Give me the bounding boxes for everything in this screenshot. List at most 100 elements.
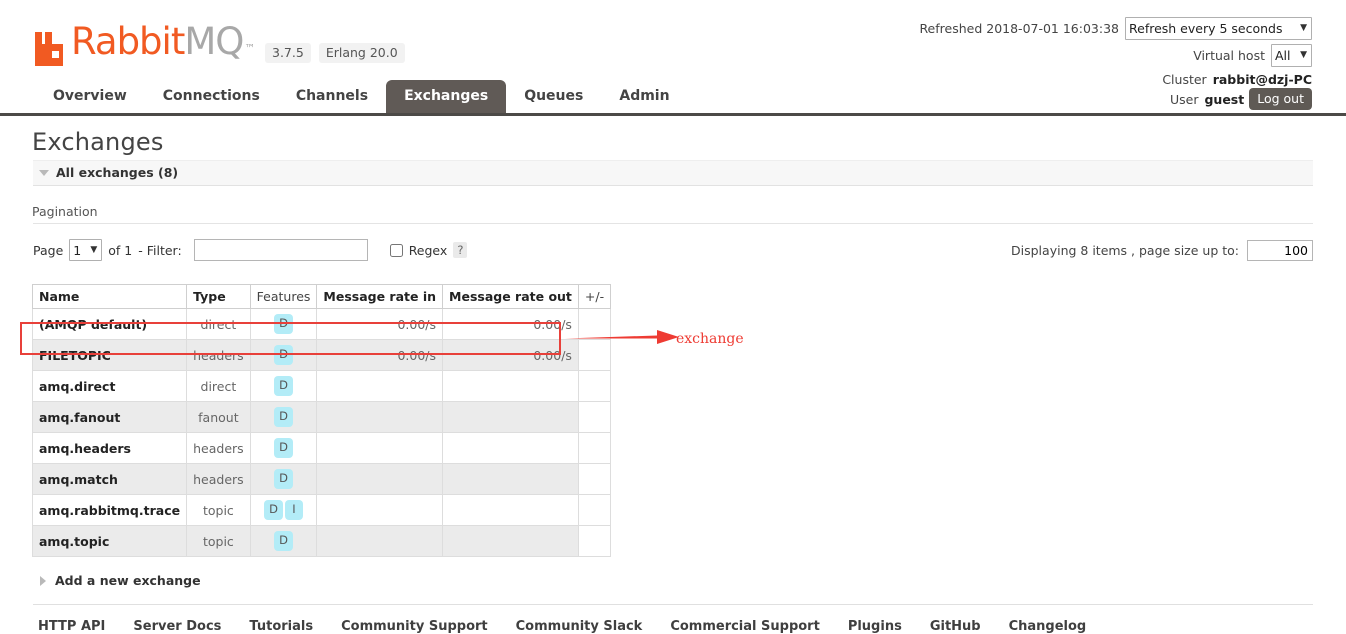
- table-row[interactable]: amq.topic topic D: [31, 525, 612, 557]
- cell-exchange-name[interactable]: amq.direct: [31, 370, 188, 402]
- user-name: guest: [1204, 91, 1245, 107]
- feature-badge-d[interactable]: D: [274, 376, 293, 396]
- version-badges: 3.7.5 Erlang 20.0: [265, 43, 405, 63]
- column-header-toggle-columns[interactable]: +/-: [577, 284, 612, 309]
- table-body: (AMQP default) direct D 0.00/s 0.00/s FILETOP…: [31, 308, 612, 557]
- table-row[interactable]: amq.rabbitmq.trace topic D I: [31, 494, 612, 526]
- page-title: Exchanges: [32, 128, 164, 156]
- feature-badge-d[interactable]: D: [274, 469, 293, 489]
- footer-link-github[interactable]: GitHub: [930, 619, 981, 634]
- cell-exchange-name[interactable]: amq.topic: [31, 525, 188, 557]
- feature-badge-i[interactable]: I: [284, 500, 303, 520]
- footer-link-commercial-support[interactable]: Commercial Support: [670, 619, 820, 634]
- annotation-label: exchange: [676, 331, 744, 347]
- vhost-select[interactable]: All/: [1271, 43, 1312, 67]
- cell-message-rate-in: [316, 370, 444, 402]
- cell-exchange-type: topic: [186, 494, 251, 526]
- cell-exchange-features: D: [249, 370, 318, 402]
- cell-message-rate-out: [442, 463, 579, 495]
- table-row[interactable]: amq.match headers D: [31, 463, 612, 495]
- cell-exchange-name[interactable]: amq.rabbitmq.trace: [31, 494, 188, 526]
- feature-badge-d[interactable]: D: [274, 314, 293, 334]
- cell-message-rate-out: 0.00/s: [442, 339, 579, 371]
- footer-link-http-api[interactable]: HTTP API: [38, 619, 105, 634]
- rabbitmq-logo[interactable]: RabbitMQ™: [35, 20, 255, 69]
- footer-link-tutorials[interactable]: Tutorials: [249, 619, 313, 634]
- cell-message-rate-out: [442, 401, 579, 433]
- filter-input[interactable]: [193, 239, 368, 261]
- cell-spacer: [577, 370, 612, 402]
- all-exchanges-label: All exchanges (8): [56, 165, 179, 180]
- cluster-name: rabbit@dzj-PC: [1212, 71, 1312, 87]
- regex-label: Regex: [408, 242, 448, 258]
- cell-exchange-type: headers: [186, 463, 251, 495]
- column-header-message-rate-out[interactable]: Message rate out: [442, 284, 579, 309]
- cell-exchange-name[interactable]: (AMQP default): [31, 308, 188, 340]
- page-number-select-wrap[interactable]: 1 ▼: [69, 239, 103, 261]
- logo-trademark: ™: [244, 42, 255, 55]
- cell-exchange-name[interactable]: FILETOPIC: [31, 339, 188, 371]
- cell-exchange-features: D: [249, 463, 318, 495]
- triangle-right-icon: [40, 575, 46, 586]
- page-size-input[interactable]: [1247, 239, 1313, 261]
- cell-message-rate-out: [442, 494, 579, 526]
- cell-spacer: [577, 308, 612, 340]
- tab-queues[interactable]: Queues: [506, 80, 601, 113]
- triangle-down-icon: [39, 169, 49, 176]
- table-row[interactable]: amq.fanout fanout D: [31, 401, 612, 433]
- column-header-name[interactable]: Name: [31, 284, 188, 309]
- vhost-row: Virtual host All/ ▼: [919, 43, 1312, 67]
- user-label: User: [1169, 91, 1199, 107]
- all-exchanges-section-header[interactable]: All exchanges (8): [33, 160, 1313, 186]
- footer-link-community-slack[interactable]: Community Slack: [516, 619, 643, 634]
- cell-spacer: [577, 401, 612, 433]
- column-header-message-rate-in[interactable]: Message rate in: [316, 284, 444, 309]
- tab-exchanges[interactable]: Exchanges: [386, 80, 507, 113]
- footer-link-server-docs[interactable]: Server Docs: [133, 619, 221, 634]
- cell-exchange-name[interactable]: amq.match: [31, 463, 188, 495]
- column-header-type[interactable]: Type: [186, 284, 251, 309]
- footer-link-changelog[interactable]: Changelog: [1009, 619, 1087, 634]
- vhost-select-wrap[interactable]: All/ ▼: [1271, 43, 1312, 67]
- vhost-label: Virtual host: [1193, 47, 1265, 63]
- regex-help-icon[interactable]: ?: [453, 242, 468, 258]
- table-row[interactable]: amq.headers headers D: [31, 432, 612, 464]
- feature-badge-d[interactable]: D: [274, 407, 293, 427]
- tab-overview[interactable]: Overview: [35, 80, 145, 113]
- cell-exchange-name[interactable]: amq.fanout: [31, 401, 188, 433]
- cell-message-rate-in: [316, 401, 444, 433]
- tab-connections[interactable]: Connections: [145, 80, 278, 113]
- cell-exchange-name[interactable]: amq.headers: [31, 432, 188, 464]
- feature-badge-d[interactable]: D: [274, 345, 293, 365]
- table-row[interactable]: amq.direct direct D: [31, 370, 612, 402]
- page-number-select[interactable]: 1: [69, 239, 103, 261]
- cell-exchange-type: topic: [186, 525, 251, 557]
- table-row[interactable]: (AMQP default) direct D 0.00/s 0.00/s: [31, 308, 612, 340]
- cluster-row: Cluster rabbit@dzj-PC: [919, 70, 1312, 88]
- cell-exchange-type: direct: [186, 308, 251, 340]
- table-row[interactable]: FILETOPIC headers D 0.00/s 0.00/s: [31, 339, 612, 371]
- regex-checkbox[interactable]: [389, 243, 403, 257]
- logout-button[interactable]: Log out: [1249, 88, 1312, 110]
- pagination-right-group: Displaying 8 items , page size up to:: [1011, 239, 1313, 261]
- refresh-interval-select[interactable]: Refresh every 5 secondsRefresh every 10 …: [1125, 16, 1312, 40]
- tab-channels[interactable]: Channels: [278, 80, 386, 113]
- add-new-exchange-section[interactable]: Add a new exchange: [40, 573, 1346, 588]
- cluster-label: Cluster: [1162, 71, 1207, 87]
- add-new-exchange-label: Add a new exchange: [55, 573, 201, 588]
- refreshed-timestamp: Refreshed 2018-07-01 16:03:38: [919, 20, 1119, 36]
- cell-exchange-features: D: [249, 339, 318, 371]
- feature-badge-d[interactable]: D: [264, 500, 283, 520]
- feature-badge-d[interactable]: D: [274, 438, 293, 458]
- main-navigation-tabs: Overview Connections Channels Exchanges …: [35, 80, 688, 113]
- logo-wordmark: RabbitMQ™: [71, 23, 255, 69]
- tab-admin[interactable]: Admin: [601, 80, 687, 113]
- main-content: Exchanges All exchanges (8) Pagination P…: [0, 128, 1346, 634]
- refresh-interval-select-wrap[interactable]: Refresh every 5 secondsRefresh every 10 …: [1125, 16, 1312, 40]
- rabbit-logo-icon: [35, 32, 69, 66]
- pagination-left-group: Page 1 ▼ of 1 - Filter: Regex ?: [33, 239, 473, 261]
- feature-badge-d[interactable]: D: [274, 531, 293, 551]
- footer-link-community-support[interactable]: Community Support: [341, 619, 488, 634]
- server-version-badge: 3.7.5: [265, 43, 311, 63]
- footer-link-plugins[interactable]: Plugins: [848, 619, 902, 634]
